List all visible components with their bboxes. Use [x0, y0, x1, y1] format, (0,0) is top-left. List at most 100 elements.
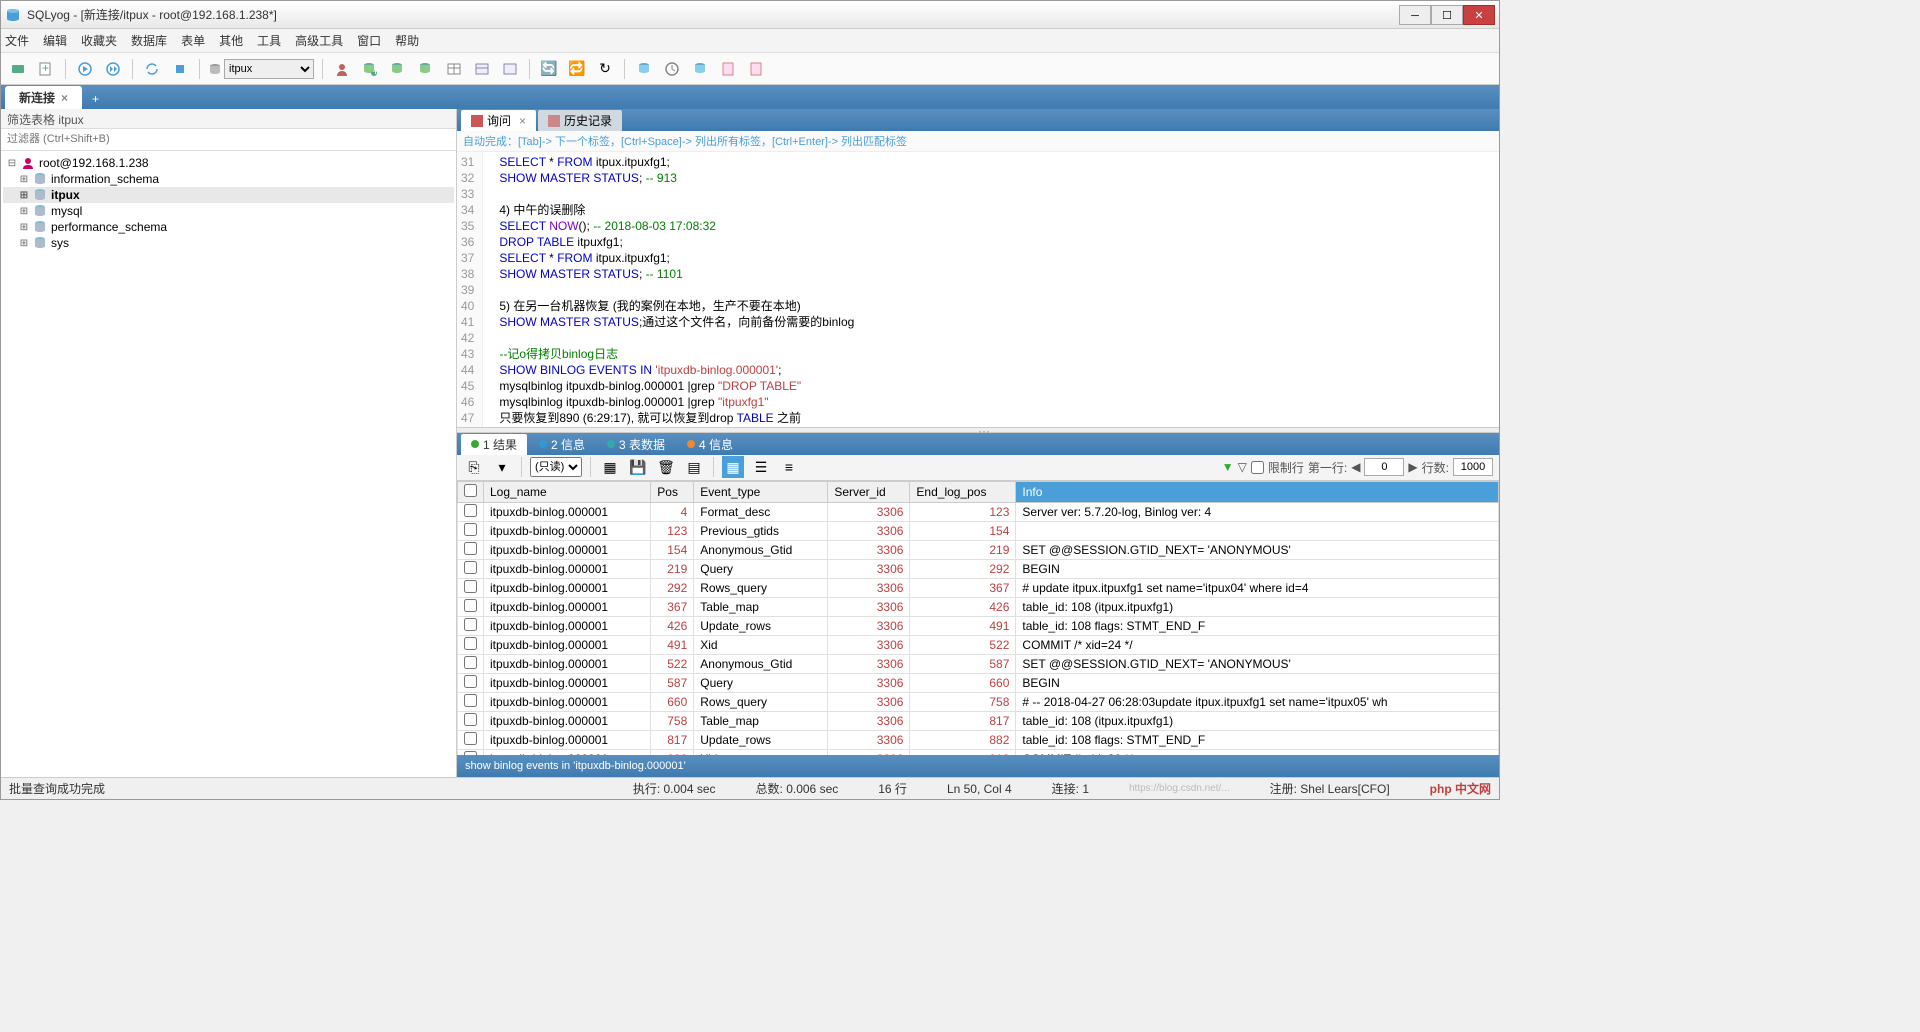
- new-query-icon[interactable]: +: [35, 58, 57, 80]
- execute-all-icon[interactable]: [102, 58, 124, 80]
- text-view-icon[interactable]: ≡: [778, 456, 800, 478]
- query-tabs: 询问×历史记录: [457, 109, 1499, 131]
- table-row[interactable]: itpuxdb-binlog.000001817Update_rows33068…: [458, 730, 1499, 749]
- filter-clear-icon[interactable]: ▽: [1238, 460, 1247, 474]
- connection-tab[interactable]: 新连接×: [5, 86, 82, 109]
- table-row[interactable]: itpuxdb-binlog.000001522Anonymous_Gtid33…: [458, 654, 1499, 673]
- status-rows: 16 行: [878, 780, 907, 797]
- maximize-button[interactable]: ☐: [1431, 5, 1463, 25]
- execute-icon[interactable]: [74, 58, 96, 80]
- db-east-icon[interactable]: [633, 58, 655, 80]
- db-information_schema[interactable]: ⊞information_schema: [3, 171, 454, 187]
- menu-编辑[interactable]: 编辑: [43, 32, 67, 49]
- prev-page-icon[interactable]: ◀: [1351, 460, 1360, 474]
- first-row-input[interactable]: [1364, 458, 1404, 476]
- options-icon[interactable]: ▾: [491, 456, 513, 478]
- script-icon[interactable]: [717, 58, 739, 80]
- toolbar: + itpux + 🔄 🔁 ↻: [1, 53, 1499, 85]
- status-message: 批量查询成功完成: [9, 780, 105, 797]
- table-row[interactable]: itpuxdb-binlog.000001491Xid3306522COMMIT…: [458, 635, 1499, 654]
- menu-窗口[interactable]: 窗口: [357, 32, 381, 49]
- table-row[interactable]: itpuxdb-binlog.000001587Query3306660BEGI…: [458, 673, 1499, 692]
- filter-input[interactable]: [7, 133, 450, 145]
- table-row[interactable]: itpuxdb-binlog.000001123Previous_gtids33…: [458, 521, 1499, 540]
- rt-delete-icon[interactable]: 🗑: [655, 456, 677, 478]
- autocomplete-hint: 自动完成：[Tab]-> 下一个标签，[Ctrl+Space]-> 列出所有标签…: [457, 131, 1499, 152]
- db-itpux[interactable]: ⊞itpux: [3, 187, 454, 203]
- menu-收藏夹[interactable]: 收藏夹: [81, 32, 117, 49]
- row-count-input[interactable]: [1453, 458, 1493, 476]
- menu-文件[interactable]: 文件: [5, 32, 29, 49]
- db-add-icon[interactable]: +: [359, 58, 381, 80]
- titlebar: SQLyog - [新连接/itpux - root@192.168.1.238…: [1, 1, 1499, 29]
- table-row[interactable]: itpuxdb-binlog.000001758Table_map3306817…: [458, 711, 1499, 730]
- table-row[interactable]: itpuxdb-binlog.000001219Query3306292BEGI…: [458, 559, 1499, 578]
- close-tab-icon[interactable]: ×: [61, 91, 68, 105]
- rt-save-icon[interactable]: 💾: [627, 456, 649, 478]
- db-mysql[interactable]: ⊞mysql: [3, 203, 454, 219]
- clock-icon[interactable]: [661, 58, 683, 80]
- table-icon[interactable]: [443, 58, 465, 80]
- svg-text:+: +: [372, 64, 378, 77]
- query-tab-询问[interactable]: 询问×: [461, 110, 536, 131]
- query-tab-历史记录[interactable]: 历史记录: [538, 110, 622, 131]
- next-page-icon[interactable]: ▶: [1408, 460, 1417, 474]
- menu-工具[interactable]: 工具: [257, 32, 281, 49]
- svg-text:+: +: [42, 61, 49, 75]
- limit-checkbox[interactable]: [1251, 461, 1264, 474]
- add-tab-button[interactable]: +: [84, 89, 107, 109]
- sync2-icon[interactable]: 🔁: [566, 58, 588, 80]
- menu-高级工具[interactable]: 高级工具: [295, 32, 343, 49]
- sync1-icon[interactable]: 🔄: [538, 58, 560, 80]
- new-conn-icon[interactable]: [7, 58, 29, 80]
- window-title: SQLyog - [新连接/itpux - root@192.168.1.238…: [27, 6, 1399, 23]
- db-tool-icon[interactable]: [387, 58, 409, 80]
- sync3-icon[interactable]: ↻: [594, 58, 616, 80]
- result-tab-3 表数据[interactable]: 3 表数据: [597, 434, 675, 455]
- schema-tree[interactable]: ⊟ root@192.168.1.238 ⊞information_schema…: [1, 151, 456, 777]
- tree-root[interactable]: ⊟ root@192.168.1.238: [3, 155, 454, 171]
- table-row[interactable]: itpuxdb-binlog.000001660Rows_query330675…: [458, 692, 1499, 711]
- menu-帮助[interactable]: 帮助: [395, 32, 419, 49]
- table-row[interactable]: itpuxdb-binlog.0000014Format_desc3306123…: [458, 502, 1499, 521]
- table2-icon[interactable]: [471, 58, 493, 80]
- menu-其他[interactable]: 其他: [219, 32, 243, 49]
- app-icon: [5, 7, 21, 23]
- db-import-icon[interactable]: [689, 58, 711, 80]
- query-status: show binlog events in 'itpuxdb-binlog.00…: [457, 755, 1499, 777]
- table3-icon[interactable]: [499, 58, 521, 80]
- close-button[interactable]: ✕: [1463, 5, 1495, 25]
- filter-funnel-icon[interactable]: ▼: [1222, 460, 1234, 474]
- readonly-select[interactable]: (只读): [530, 457, 582, 477]
- db-performance_schema[interactable]: ⊞performance_schema: [3, 219, 454, 235]
- filter-header: 筛选表格 itpux: [1, 109, 456, 129]
- menu-表单[interactable]: 表单: [181, 32, 205, 49]
- user-icon[interactable]: [331, 58, 353, 80]
- db-sys[interactable]: ⊞sys: [3, 235, 454, 251]
- sql-editor[interactable]: 3132333435363738394041424344454647484950…: [457, 152, 1499, 427]
- table-row[interactable]: itpuxdb-binlog.000001154Anonymous_Gtid33…: [458, 540, 1499, 559]
- result-tab-1 结果[interactable]: 1 结果: [461, 434, 527, 455]
- table-row[interactable]: itpuxdb-binlog.000001292Rows_query330636…: [458, 578, 1499, 597]
- result-tab-4 信息[interactable]: 4 信息: [677, 434, 743, 455]
- menu-数据库[interactable]: 数据库: [131, 32, 167, 49]
- database-select[interactable]: itpux: [224, 59, 314, 79]
- result-tab-2 信息[interactable]: 2 信息: [529, 434, 595, 455]
- form-view-icon[interactable]: ☰: [750, 456, 772, 478]
- grid-view-icon[interactable]: ▦: [722, 456, 744, 478]
- export-icon[interactable]: ⎘: [463, 456, 485, 478]
- table-row[interactable]: itpuxdb-binlog.000001426Update_rows33064…: [458, 616, 1499, 635]
- database-selector[interactable]: itpux: [208, 59, 314, 79]
- rt-icon1[interactable]: ▦: [599, 456, 621, 478]
- splitter[interactable]: [457, 427, 1499, 433]
- rt-icon4[interactable]: ▤: [683, 456, 705, 478]
- refresh-icon[interactable]: [141, 58, 163, 80]
- logo-watermark: php 中文网: [1430, 780, 1491, 797]
- stop-icon[interactable]: [169, 58, 191, 80]
- table-row[interactable]: itpuxdb-binlog.000001367Table_map3306426…: [458, 597, 1499, 616]
- script2-icon[interactable]: [745, 58, 767, 80]
- minimize-button[interactable]: ─: [1399, 5, 1431, 25]
- object-browser: 筛选表格 itpux ⊟ root@192.168.1.238 ⊞informa…: [1, 109, 457, 777]
- result-grid[interactable]: Log_namePosEvent_typeServer_idEnd_log_po…: [457, 481, 1499, 756]
- db-tool2-icon[interactable]: [415, 58, 437, 80]
